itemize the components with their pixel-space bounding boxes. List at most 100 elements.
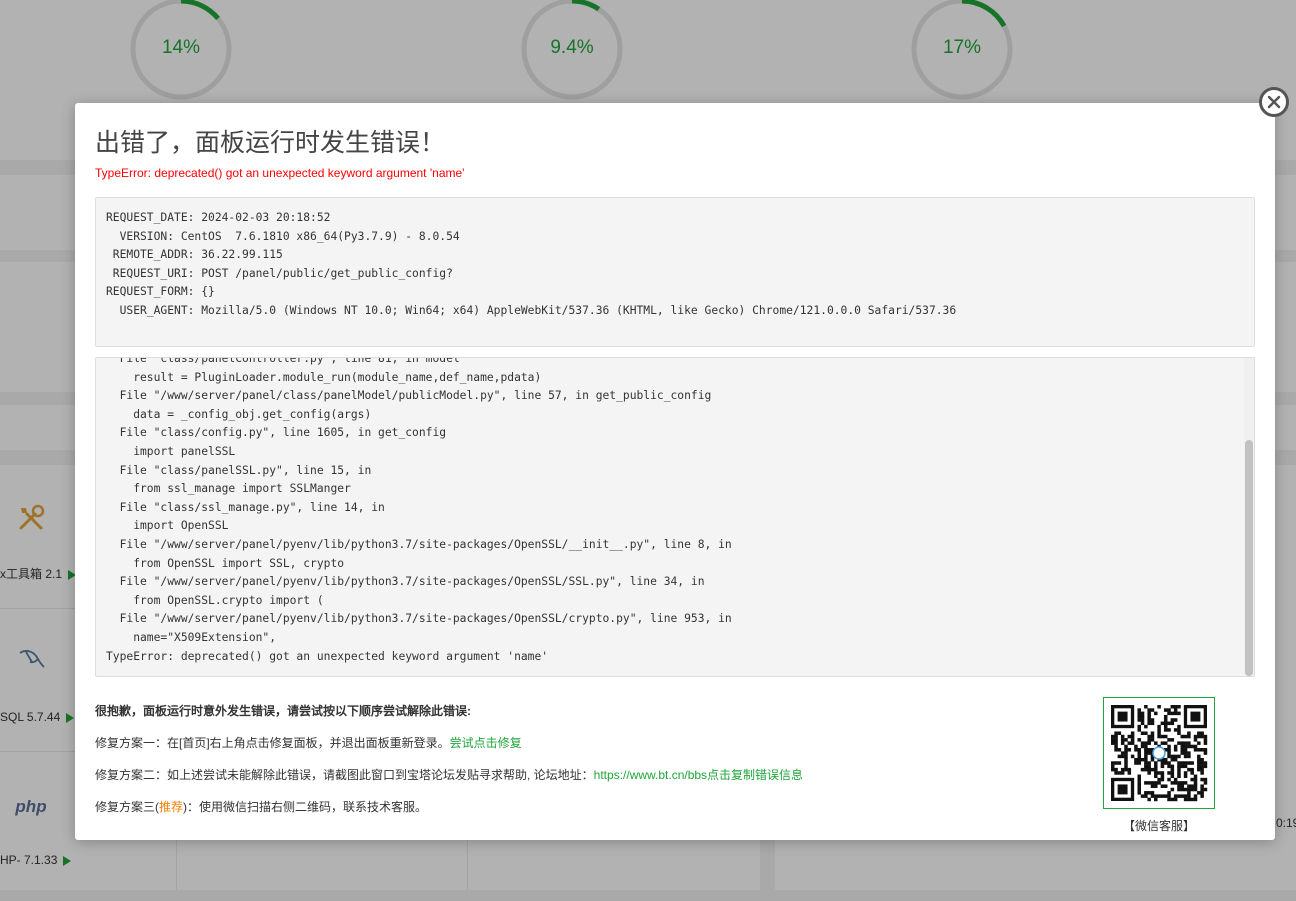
qr-module — [1137, 777, 1141, 782]
qr-module — [1147, 734, 1151, 739]
qr-module — [1190, 761, 1194, 765]
scrollbar-thumb[interactable] — [1245, 440, 1253, 676]
qr-module — [1167, 794, 1171, 798]
qr-module — [1170, 767, 1175, 772]
qr-module — [1140, 744, 1145, 749]
qr-module — [1170, 738, 1175, 742]
qr-module — [1203, 777, 1208, 782]
qr-finder-core — [1190, 711, 1201, 722]
qr-module — [1111, 761, 1115, 765]
qr-module — [1170, 797, 1175, 802]
qr-module — [1173, 744, 1178, 749]
qr-module — [1187, 734, 1191, 739]
qr-module — [1177, 741, 1181, 745]
qr-module — [1183, 771, 1188, 775]
traceback-box[interactable]: File "class/panelController.py", line 81… — [95, 357, 1255, 677]
request-info-box: REQUEST_DATE: 2024-02-03 20:18:52 VERSIO… — [95, 197, 1255, 347]
qr-module — [1150, 721, 1155, 726]
fix-heading: 很抱歉，面板运行时意外发生错误，请尝试按以下顺序尝试解除此错误: — [95, 704, 471, 718]
qr-module — [1160, 771, 1165, 775]
qr-module — [1137, 751, 1141, 755]
qr-module — [1154, 784, 1158, 788]
qr-module — [1193, 774, 1198, 779]
qr-module — [1160, 777, 1165, 782]
qr-module — [1147, 771, 1151, 775]
qr-module — [1177, 787, 1181, 792]
qr-module — [1197, 731, 1201, 735]
qr-module — [1167, 754, 1171, 759]
traceback-scrollbar[interactable] — [1244, 358, 1254, 676]
qr-module — [1190, 784, 1194, 788]
qr-module — [1154, 767, 1158, 772]
qr-module — [1160, 721, 1165, 726]
qr-module — [1197, 791, 1201, 795]
qr-module — [1130, 734, 1135, 739]
qr-module — [1183, 797, 1188, 802]
qr-module — [1134, 744, 1138, 749]
qr-module — [1111, 738, 1115, 742]
qr-module — [1187, 744, 1191, 749]
qr-module — [1147, 751, 1151, 755]
qr-module — [1167, 791, 1171, 795]
qr-module — [1144, 754, 1148, 759]
qr-module — [1177, 764, 1181, 769]
qr-module — [1147, 711, 1151, 716]
qr-module — [1130, 738, 1135, 742]
qr-module — [1200, 734, 1204, 739]
qr-module — [1197, 748, 1201, 752]
qr-module — [1137, 774, 1141, 779]
qr-module — [1157, 724, 1161, 729]
qr-module — [1137, 761, 1141, 765]
try-repair-link[interactable]: 尝试点击修复 — [450, 736, 522, 750]
qr-module — [1117, 748, 1122, 752]
qr-module — [1150, 767, 1155, 772]
qr-module — [1187, 797, 1191, 802]
qr-module — [1180, 784, 1185, 788]
qr-module — [1183, 734, 1188, 739]
qr-module — [1144, 731, 1148, 735]
qr-module — [1124, 744, 1128, 749]
qr-module — [1147, 748, 1151, 752]
close-dialog-button[interactable] — [1259, 87, 1289, 117]
qr-module — [1187, 791, 1191, 795]
fix-option-2: 修复方案二：如上述尝试未能解除此错误，请截图此窗口到宝塔论坛发贴寻求帮助, 论坛… — [95, 766, 803, 783]
forum-copy-link[interactable]: https://www.bt.cn/bbs点击复制错误信息 — [594, 768, 803, 782]
qr-module — [1160, 741, 1165, 745]
qr-module — [1111, 764, 1115, 769]
qr-module — [1147, 764, 1151, 769]
qr-module — [1154, 774, 1158, 779]
qr-module — [1183, 751, 1188, 755]
qr-module — [1147, 761, 1151, 765]
qr-module — [1140, 767, 1145, 772]
qr-module — [1130, 731, 1135, 735]
qr-module — [1190, 797, 1194, 802]
error-dialog: 出错了，面板运行时发生错误！ TypeError: deprecated() g… — [75, 103, 1275, 840]
qr-module — [1150, 757, 1155, 762]
qr-module — [1177, 784, 1181, 788]
qr-module — [1183, 764, 1188, 769]
qr-module — [1160, 764, 1165, 769]
dialog-title: 出错了，面板运行时发生错误！ — [95, 129, 446, 157]
qr-module — [1124, 751, 1128, 755]
qr-module — [1167, 748, 1171, 752]
qr-module — [1150, 791, 1155, 795]
qr-module — [1177, 794, 1181, 798]
qr-module — [1144, 757, 1148, 762]
qr-module — [1173, 728, 1178, 732]
qr-module — [1124, 748, 1128, 752]
qr-module — [1183, 761, 1188, 765]
qr-module — [1170, 781, 1175, 785]
qr-module — [1144, 724, 1148, 729]
qr-module — [1127, 767, 1132, 772]
qr-module — [1173, 794, 1178, 798]
qr-module — [1190, 767, 1194, 772]
qr-module — [1203, 764, 1208, 769]
qr-module — [1137, 728, 1141, 732]
qr-module — [1170, 721, 1175, 726]
qr-module — [1190, 777, 1194, 782]
qr-module — [1144, 781, 1148, 785]
qr-module — [1200, 764, 1204, 769]
qr-module — [1137, 738, 1141, 742]
qr-module — [1190, 771, 1194, 775]
qr-module — [1144, 767, 1148, 772]
